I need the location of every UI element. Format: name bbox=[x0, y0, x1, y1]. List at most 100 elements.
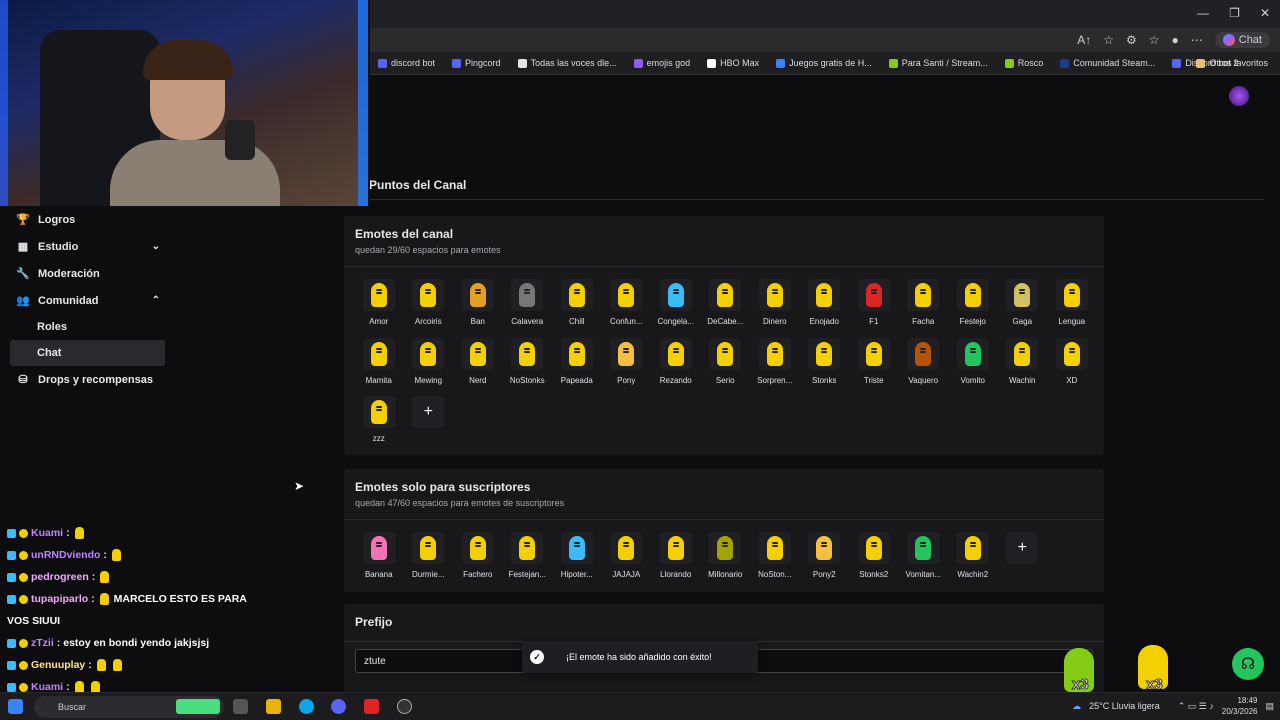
emote-item[interactable]: JAJAJA bbox=[602, 532, 652, 591]
emote-image[interactable] bbox=[907, 532, 940, 564]
emote-image[interactable] bbox=[709, 532, 742, 564]
emote-image[interactable] bbox=[808, 532, 841, 564]
emote-item[interactable]: Amor bbox=[354, 279, 404, 338]
emote-item[interactable]: Vomitan... bbox=[899, 532, 949, 591]
emote-item[interactable]: Ban bbox=[453, 279, 503, 338]
emote-item[interactable]: Papeada bbox=[552, 337, 602, 397]
emote-image[interactable] bbox=[412, 279, 445, 311]
emote-image[interactable] bbox=[560, 337, 593, 370]
add-emote-slot[interactable]: + bbox=[998, 532, 1048, 591]
bookmark-item[interactable]: emojis god bbox=[633, 58, 690, 68]
emote-item[interactable]: NoSton... bbox=[750, 532, 800, 591]
emote-item[interactable]: Festejo bbox=[948, 279, 998, 338]
edge-icon[interactable] bbox=[299, 699, 314, 714]
emote-item[interactable]: Serio bbox=[701, 337, 751, 397]
emote-item[interactable]: Stonks bbox=[800, 337, 850, 397]
emote-image[interactable] bbox=[659, 337, 692, 370]
bookmark-item[interactable]: Todas las voces dle... bbox=[517, 58, 617, 68]
emote-item[interactable]: Dinero bbox=[750, 279, 800, 338]
emote-item[interactable]: Wachin2 bbox=[948, 532, 998, 591]
emote-image[interactable] bbox=[956, 337, 989, 370]
copilot-chat-button[interactable]: Chat bbox=[1214, 32, 1270, 48]
favorite-star-icon[interactable]: ☆ bbox=[1103, 33, 1114, 47]
sidebar-item-logros[interactable]: 🏆 Logros bbox=[0, 206, 172, 233]
emote-image[interactable] bbox=[1055, 279, 1088, 311]
emote-item[interactable]: XD bbox=[1047, 337, 1097, 397]
emote-item[interactable]: Gaga bbox=[998, 279, 1048, 338]
sidebar-item-chat[interactable]: Chat bbox=[10, 340, 165, 366]
file-explorer-icon[interactable] bbox=[266, 699, 281, 714]
emote-item[interactable]: DeCabe... bbox=[701, 279, 751, 338]
emote-image[interactable] bbox=[808, 279, 841, 311]
favorites-icon[interactable]: ☆ bbox=[1149, 33, 1160, 47]
youtube-icon[interactable] bbox=[364, 699, 379, 714]
close-icon[interactable]: ✕ bbox=[1260, 6, 1270, 20]
emote-image[interactable] bbox=[362, 396, 395, 428]
emote-image[interactable] bbox=[956, 532, 989, 564]
emote-image[interactable] bbox=[511, 337, 544, 370]
bookmark-item[interactable]: Pingcord bbox=[452, 58, 501, 68]
emote-item[interactable]: NoStonks bbox=[503, 337, 553, 397]
emote-image[interactable] bbox=[1006, 279, 1039, 311]
emote-item[interactable]: Enojado bbox=[800, 279, 850, 338]
bookmark-item[interactable]: Comunidad Steam... bbox=[1060, 58, 1155, 68]
emote-item[interactable]: Calavera bbox=[503, 279, 553, 338]
emote-image[interactable] bbox=[758, 532, 791, 564]
bookmark-item[interactable]: discord bot bbox=[378, 58, 435, 68]
emote-item[interactable]: Facha bbox=[899, 279, 949, 338]
emote-item[interactable]: Lengua bbox=[1047, 279, 1097, 338]
read-aloud-icon[interactable]: A↑ bbox=[1077, 33, 1091, 47]
clock[interactable]: 18:49 20/3/2026 bbox=[1222, 695, 1258, 717]
emote-item[interactable]: Festejan... bbox=[503, 532, 553, 591]
discord-icon[interactable] bbox=[331, 699, 346, 714]
tray-icons[interactable]: ⌃ ▭ ☰ ♪ bbox=[1178, 701, 1214, 712]
extensions-icon[interactable]: ⚙ bbox=[1126, 33, 1137, 47]
windows-start-icon[interactable] bbox=[8, 699, 23, 714]
emote-item[interactable]: Durmie... bbox=[404, 532, 454, 591]
emote-image[interactable] bbox=[461, 337, 494, 370]
emote-image[interactable] bbox=[857, 279, 890, 311]
emote-image[interactable] bbox=[610, 337, 643, 370]
emote-image[interactable] bbox=[362, 279, 395, 311]
more-icon[interactable]: ⋯ bbox=[1191, 33, 1203, 47]
emote-item[interactable]: Vomito bbox=[948, 337, 998, 397]
chevron-down-icon[interactable]: ⌄ bbox=[152, 241, 160, 252]
profile-icon[interactable]: ● bbox=[1172, 33, 1179, 47]
emote-image[interactable] bbox=[709, 279, 742, 311]
bookmark-item[interactable]: Juegos gratis de H... bbox=[776, 58, 872, 68]
add-emote-slot[interactable]: + bbox=[404, 396, 454, 455]
emote-item[interactable]: Millonario bbox=[701, 532, 751, 591]
bookmark-item[interactable]: Para Santi / Stream... bbox=[888, 58, 988, 68]
emote-item[interactable]: Triste bbox=[849, 337, 899, 397]
emote-image[interactable] bbox=[1006, 337, 1039, 370]
chevron-up-icon[interactable]: ⌃ bbox=[152, 295, 160, 306]
obs-icon[interactable] bbox=[397, 699, 412, 714]
emote-item[interactable]: Arcoiris bbox=[404, 279, 454, 338]
add-emote-button[interactable]: + bbox=[412, 396, 445, 428]
user-avatar[interactable] bbox=[1229, 86, 1249, 106]
emote-item[interactable]: Banana bbox=[354, 532, 404, 591]
emote-item[interactable]: Nerd bbox=[453, 337, 503, 397]
emote-image[interactable] bbox=[907, 279, 940, 311]
emote-item[interactable]: Pony2 bbox=[800, 532, 850, 591]
bookmark-item[interactable]: HBO Max bbox=[707, 58, 759, 68]
emote-item[interactable]: Llorando bbox=[651, 532, 701, 591]
notification-icon[interactable]: ▤ bbox=[1265, 701, 1274, 712]
emote-image[interactable] bbox=[610, 279, 643, 311]
search-highlight-icon[interactable] bbox=[176, 699, 220, 714]
add-emote-button[interactable]: + bbox=[1006, 532, 1039, 564]
emote-image[interactable] bbox=[857, 337, 890, 370]
emote-image[interactable] bbox=[758, 337, 791, 370]
sidebar-item-moderacion[interactable]: 🔧 Moderación bbox=[0, 260, 172, 287]
emote-item[interactable]: Sorpren... bbox=[750, 337, 800, 397]
emote-image[interactable] bbox=[560, 279, 593, 311]
weather-label[interactable]: 25°C Lluvia ligera bbox=[1089, 701, 1160, 711]
emote-image[interactable] bbox=[709, 337, 742, 370]
emote-image[interactable] bbox=[857, 532, 890, 564]
sidebar-item-drops[interactable]: ⛁ Drops y recompensas bbox=[0, 366, 172, 393]
emote-item[interactable]: Fachero bbox=[453, 532, 503, 591]
emote-image[interactable] bbox=[808, 337, 841, 370]
emote-item[interactable]: Rezando bbox=[651, 337, 701, 397]
emote-image[interactable] bbox=[659, 279, 692, 311]
emote-item[interactable]: Stonks2 bbox=[849, 532, 899, 591]
